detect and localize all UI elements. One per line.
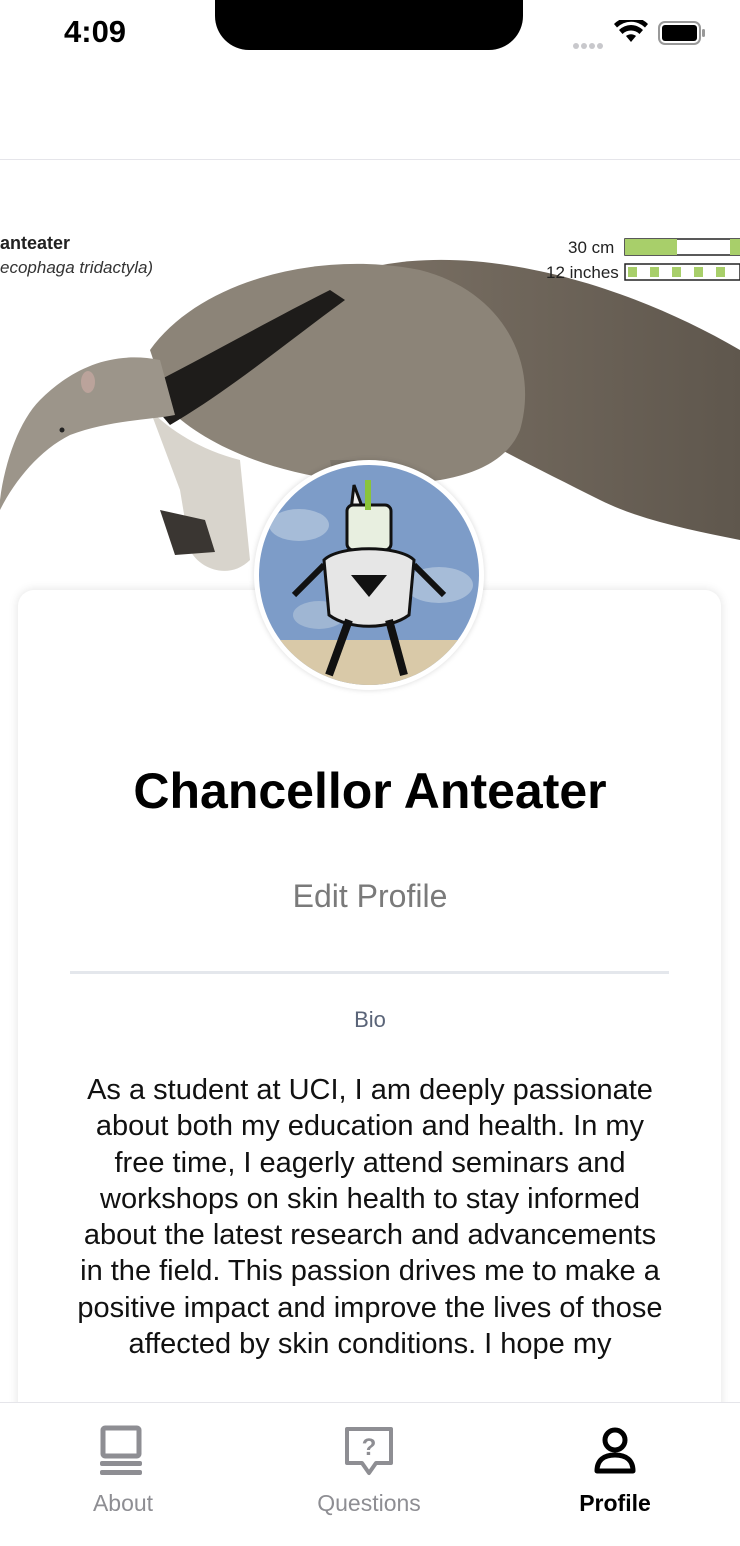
tab-bar: About ? Questions Profile [0, 1402, 740, 1546]
status-bar: 4:09 [0, 0, 740, 66]
status-time: 4:09 [64, 14, 127, 49]
device-notch [215, 0, 523, 50]
tab-profile[interactable]: Profile [492, 1403, 738, 1546]
avatar[interactable] [254, 460, 484, 690]
tab-questions[interactable]: ? Questions [246, 1403, 492, 1546]
laptop-icon [100, 1425, 142, 1475]
bio-label: Bio [354, 1007, 386, 1032]
section-divider [70, 971, 669, 974]
banner-scale-metric: 30 cm [568, 238, 615, 257]
banner-scientific-name: ecophaga tridactyla) [0, 258, 154, 277]
tab-about[interactable]: About [0, 1403, 246, 1546]
bio-text: As a student at UCI, I am deeply passion… [77, 1074, 663, 1361]
edit-profile-button[interactable]: Edit Profile [0, 878, 740, 915]
svg-text:?: ? [362, 1434, 377, 1461]
profile-name: Chancellor Anteater [133, 763, 607, 819]
phone-screen: 4:09 anteater ecophaga tridactyla) 30 cm… [0, 0, 740, 1546]
wifi-icon [614, 20, 648, 42]
person-icon [594, 1427, 636, 1474]
question-bubble-icon: ? [345, 1427, 393, 1475]
banner-scale-imperial: 12 inches [546, 263, 619, 282]
tab-profile-label: Profile [579, 1490, 651, 1516]
cellular-signal-icon [573, 36, 605, 54]
banner-species-title: anteater [0, 233, 71, 253]
avatar-image [259, 465, 479, 685]
tab-questions-label: Questions [317, 1490, 421, 1516]
tab-about-label: About [92, 1490, 154, 1516]
battery-icon [658, 21, 705, 45]
